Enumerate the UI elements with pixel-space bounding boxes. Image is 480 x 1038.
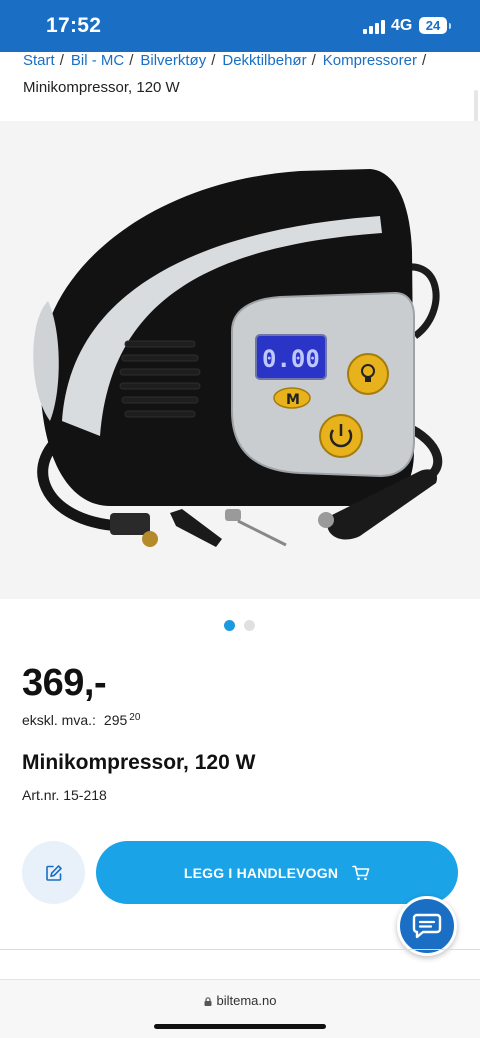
gallery-dot-1[interactable] [224, 620, 235, 631]
url-text: biltema.no [216, 993, 277, 1008]
signal-icon [363, 20, 385, 34]
chat-button[interactable] [397, 896, 457, 956]
excl-vat-label: ekskl. mva.: [22, 712, 96, 728]
article-number: Art.nr. 15-218 [22, 787, 107, 803]
excl-vat-integer: 295 [103, 712, 128, 728]
section-divider [0, 949, 480, 950]
cart-icon [352, 865, 370, 880]
breadcrumb-separator: / [421, 52, 427, 69]
device-mode-button: M [286, 392, 300, 408]
add-to-cart-label: LEGG I HANDLEVOGN [183, 864, 339, 881]
status-bar: 17:52 4G 24 [0, 0, 480, 52]
breadcrumb-link-kompressorer[interactable]: Kompressorer [323, 52, 417, 72]
add-to-cart-button[interactable]: LEGG I HANDLEVOGN [96, 841, 458, 904]
battery-icon: 24 [419, 17, 451, 34]
device-display: 0.00 [262, 345, 320, 373]
status-time: 17:52 [46, 14, 102, 37]
breadcrumb-current: Minikompressor, 120 W [23, 79, 180, 96]
network-type: 4G [391, 17, 413, 34]
gallery-pagination [224, 620, 255, 631]
chat-bubble-icon [412, 913, 442, 939]
url-display[interactable]: biltema.no [0, 993, 480, 1008]
compressor-illustration: 0.00 M [33, 169, 443, 547]
breadcrumb-separator: / [129, 52, 134, 69]
edit-note-button[interactable] [22, 841, 85, 904]
breadcrumb: Start / Bil - MC / Bilverktøy / Dekktilbehø… [23, 52, 463, 96]
lock-icon [204, 997, 211, 1006]
breadcrumb-link-start[interactable]: Start [23, 52, 55, 72]
edit-note-icon [45, 864, 62, 881]
breadcrumb-separator: / [211, 52, 216, 69]
breadcrumb-link-dekktilbehor[interactable]: Dekktilbehør [222, 52, 306, 72]
product-price: 369,- [22, 662, 107, 704]
breadcrumb-link-bilverktoy[interactable]: Bilverktøy [140, 52, 206, 72]
product-image[interactable]: 0.00 M [0, 121, 480, 599]
breadcrumb-link-bil-mc[interactable]: Bil - MC [71, 52, 124, 72]
home-indicator[interactable] [154, 1024, 326, 1029]
gallery-dot-2[interactable] [244, 620, 255, 631]
price-excl-vat: ekskl. mva.: 295 20 [22, 712, 140, 728]
breadcrumb-separator: / [59, 52, 64, 69]
product-title: Minikompressor, 120 W [22, 751, 256, 774]
breadcrumb-separator: / [311, 52, 316, 69]
excl-vat-decimal: 20 [129, 712, 141, 723]
browser-address-bar[interactable]: biltema.no [0, 979, 480, 1038]
